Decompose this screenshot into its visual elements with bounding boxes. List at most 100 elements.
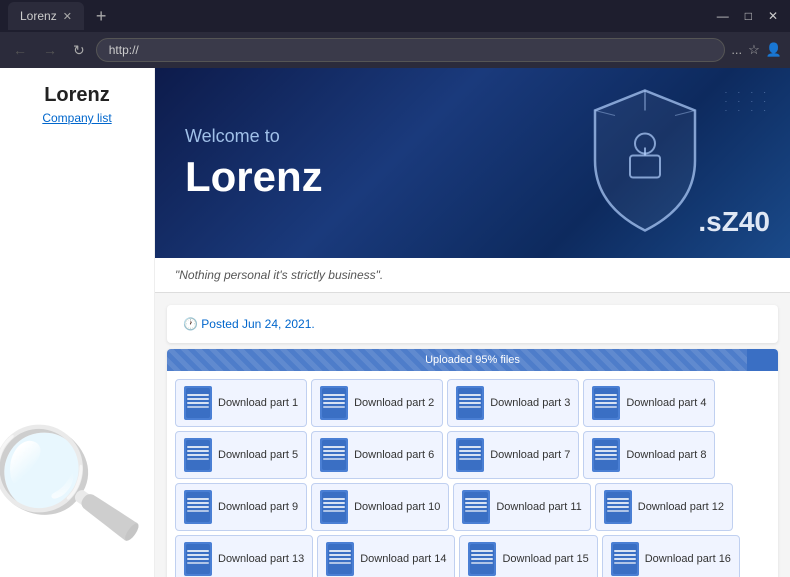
doc-icon-inner	[322, 440, 346, 470]
minimize-btn[interactable]: —	[713, 9, 733, 23]
hero-banner: Welcome to Lorenz · · · ·· · · ·· · · · …	[155, 68, 790, 258]
title-bar: Lorenz ✕ + — □ ✕	[0, 0, 790, 32]
download-label: Download part 12	[638, 501, 724, 513]
tab-title: Lorenz	[20, 9, 57, 23]
doc-icon-inner	[458, 388, 482, 418]
doc-icon-inner	[606, 492, 630, 522]
window-controls: — □ ✕	[713, 9, 782, 23]
sidebar-bg-icon: 🔍	[0, 405, 150, 569]
quote-text: "Nothing personal it's strictly business…	[175, 268, 383, 282]
download-label: Download part 6	[354, 449, 434, 461]
sidebar: Lorenz Company list 🔍	[0, 68, 155, 577]
download-label: Download part 9	[218, 501, 298, 513]
doc-icon	[184, 490, 212, 524]
download-item[interactable]: Download part 8	[583, 431, 715, 479]
download-grid: Download part 1 Download part 2 Download…	[167, 371, 778, 577]
doc-icon-inner	[322, 388, 346, 418]
hero-dots-decoration: · · · ·· · · ·· · · ·	[725, 88, 770, 115]
doc-icon-inner	[613, 544, 637, 574]
maximize-btn[interactable]: □	[741, 9, 756, 23]
hero-title: Lorenz	[185, 153, 323, 201]
download-label: Download part 11	[496, 501, 581, 513]
doc-icon-inner	[458, 440, 482, 470]
doc-icon	[604, 490, 632, 524]
download-item[interactable]: Download part 2	[311, 379, 443, 427]
doc-icon-inner	[594, 440, 618, 470]
hero-text: Welcome to Lorenz	[185, 126, 323, 201]
profile-icon[interactable]: 👤	[766, 42, 782, 58]
download-item[interactable]: Download part 16	[602, 535, 740, 577]
close-btn[interactable]: ✕	[764, 9, 782, 23]
download-item[interactable]: Download part 6	[311, 431, 443, 479]
download-item[interactable]: Download part 13	[175, 535, 313, 577]
doc-icon	[184, 542, 212, 576]
info-card: 🕐 Posted Jun 24, 2021.	[167, 305, 778, 343]
download-item[interactable]: Download part 5	[175, 431, 307, 479]
download-label: Download part 4	[626, 397, 706, 409]
posted-date: 🕐 Posted Jun 24, 2021.	[183, 317, 762, 331]
main-content: Welcome to Lorenz · · · ·· · · ·· · · · …	[155, 68, 790, 577]
doc-icon-inner	[328, 544, 352, 574]
download-label: Download part 16	[645, 553, 731, 565]
download-label: Download part 10	[354, 501, 440, 513]
download-label: Download part 8	[626, 449, 706, 461]
bookmark-icon[interactable]: ☆	[748, 42, 760, 58]
sidebar-logo: Lorenz	[10, 84, 144, 107]
doc-icon-inner	[186, 388, 210, 418]
nav-refresh-btn[interactable]: ↻	[68, 40, 90, 61]
quote-section: "Nothing personal it's strictly business…	[155, 258, 790, 293]
doc-icon	[462, 490, 490, 524]
new-tab-btn[interactable]: +	[92, 6, 111, 27]
doc-icon	[320, 438, 348, 472]
doc-icon	[611, 542, 639, 576]
download-item[interactable]: Download part 11	[453, 483, 590, 531]
doc-icon-inner	[594, 388, 618, 418]
doc-icon-inner	[186, 544, 210, 574]
nav-forward-btn[interactable]: →	[38, 40, 62, 60]
hero-welcome: Welcome to	[185, 126, 323, 147]
download-item[interactable]: Download part 9	[175, 483, 307, 531]
download-label: Download part 5	[218, 449, 298, 461]
clock-icon: 🕐	[183, 317, 198, 331]
doc-icon	[184, 438, 212, 472]
more-icon[interactable]: ...	[731, 42, 742, 58]
doc-icon	[456, 386, 484, 420]
doc-icon	[320, 386, 348, 420]
doc-icon	[456, 438, 484, 472]
url-bar[interactable]	[96, 38, 726, 62]
download-item[interactable]: Download part 7	[447, 431, 579, 479]
doc-icon-inner	[470, 544, 494, 574]
doc-icon-inner	[186, 440, 210, 470]
browser-chrome: Lorenz ✕ + — □ ✕ ← → ↻ ... ☆ 👤	[0, 0, 790, 68]
doc-icon	[326, 542, 354, 576]
download-item[interactable]: Download part 10	[311, 483, 449, 531]
download-item[interactable]: Download part 4	[583, 379, 715, 427]
tab-close-btn[interactable]: ✕	[63, 10, 72, 23]
doc-icon-inner	[322, 492, 346, 522]
nav-icons: ... ☆ 👤	[731, 42, 782, 58]
doc-icon-inner	[464, 492, 488, 522]
page-container: Lorenz Company list 🔍 Welcome to Lorenz	[0, 68, 790, 577]
download-label: Download part 7	[490, 449, 570, 461]
nav-back-btn[interactable]: ←	[8, 40, 32, 60]
download-item[interactable]: Download part 12	[595, 483, 733, 531]
browser-tab[interactable]: Lorenz ✕	[8, 2, 84, 30]
hero-shield-icon	[580, 86, 710, 241]
download-item[interactable]: Download part 3	[447, 379, 579, 427]
progress-label: Uploaded 95% files	[425, 354, 520, 366]
doc-icon	[592, 386, 620, 420]
doc-icon	[320, 490, 348, 524]
download-label: Download part 15	[502, 553, 588, 565]
download-section: Uploaded 95% files Download part 1 Downl…	[167, 349, 778, 577]
nav-bar: ← → ↻ ... ☆ 👤	[0, 32, 790, 68]
download-label: Download part 14	[360, 553, 446, 565]
download-item[interactable]: Download part 14	[317, 535, 455, 577]
download-label: Download part 3	[490, 397, 570, 409]
doc-icon	[592, 438, 620, 472]
upload-progress-bar: Uploaded 95% files	[167, 349, 778, 371]
download-item[interactable]: Download part 1	[175, 379, 307, 427]
download-item[interactable]: Download part 15	[459, 535, 597, 577]
doc-icon	[468, 542, 496, 576]
company-list-link[interactable]: Company list	[10, 111, 144, 125]
doc-icon-inner	[186, 492, 210, 522]
